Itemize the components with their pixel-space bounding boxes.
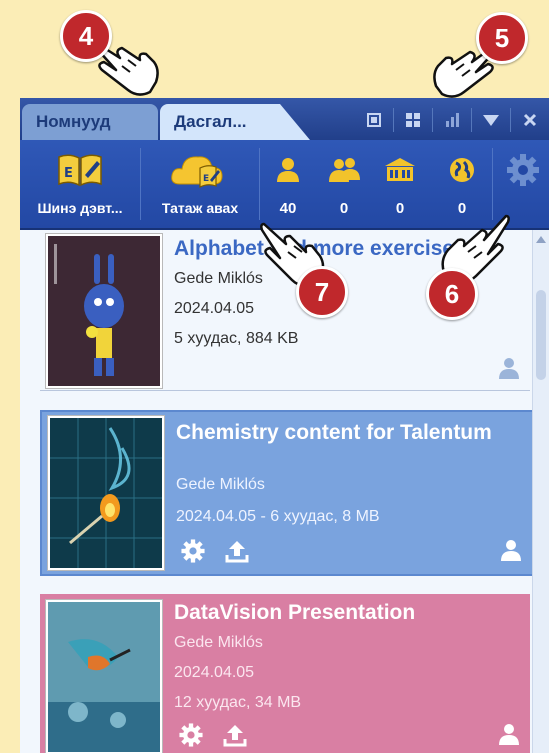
tab-home[interactable]: Номнууд: [22, 104, 158, 140]
toolbar-divider: [259, 148, 260, 220]
counter-group-value: 0: [339, 200, 349, 217]
item-upload-icon[interactable]: [222, 722, 248, 753]
app-window: Номнууд Дасгал... E Шинэ дэвт... E Татаж…: [20, 98, 549, 753]
counter-group[interactable]: 0: [318, 140, 370, 228]
item-author: Gede Miklós: [174, 270, 263, 287]
private-user-icon: [498, 356, 520, 385]
callout-badge: 5: [476, 12, 528, 64]
dropdown-menu-icon[interactable]: [471, 108, 510, 132]
item-info: 5 хуудас, 884 KB: [174, 330, 299, 347]
download-label: Татаж авах: [161, 200, 239, 216]
private-user-icon: [500, 538, 522, 567]
globe-icon: [448, 148, 476, 192]
item-actions: [180, 538, 250, 569]
svg-text:E: E: [64, 166, 73, 181]
cover-thumbnail: [46, 600, 162, 753]
grid-view-icon[interactable]: [393, 108, 432, 132]
cloud-download-icon: E: [170, 148, 230, 192]
list-item[interactable]: DataVision Presentation Gede Miklós 2024…: [40, 594, 530, 753]
cover-thumbnail: [48, 416, 164, 570]
item-settings-icon[interactable]: [180, 538, 206, 569]
counter-school[interactable]: 0: [372, 140, 428, 228]
new-workbook-button[interactable]: E Шинэ дэвт...: [20, 140, 140, 228]
scrollbar[interactable]: [532, 230, 549, 753]
single-user-icon: [275, 148, 301, 192]
item-actions: [178, 722, 248, 753]
single-view-icon[interactable]: [355, 108, 393, 132]
new-workbook-icon: E: [57, 148, 103, 192]
close-icon[interactable]: [510, 108, 549, 132]
item-author: Gede Miklós: [176, 476, 265, 493]
window-controls: [355, 108, 549, 132]
tab-home-label: Номнууд: [36, 112, 111, 131]
private-user-icon: [498, 722, 520, 751]
scroll-up-icon[interactable]: [536, 236, 546, 243]
item-date: 2024.04.05: [174, 664, 255, 681]
tab-exercises-label: Дасгал...: [174, 112, 247, 131]
tab-exercises[interactable]: Дасгал...: [160, 104, 310, 140]
callout-badge: 7: [296, 266, 348, 318]
new-workbook-label: Шинэ дэвт...: [37, 200, 123, 216]
svg-text:E: E: [203, 174, 209, 184]
counter-private-value: 40: [279, 200, 297, 217]
download-button[interactable]: E Татаж авах: [141, 140, 259, 228]
item-title[interactable]: DataVision Presentation: [174, 602, 415, 624]
list-item-selected[interactable]: Chemistry content for Talentum Gede Mikl…: [40, 410, 534, 576]
title-bar: Номнууд Дасгал...: [20, 98, 549, 140]
item-settings-icon[interactable]: [178, 722, 204, 753]
item-info: 12 хуудас, 34 MB: [174, 694, 302, 711]
callout-badge: 6: [426, 268, 478, 320]
item-author: Gede Miklós: [174, 634, 263, 651]
item-title[interactable]: Chemistry content for Talentum: [176, 422, 506, 444]
item-date: 2024.04.05: [174, 300, 255, 317]
counter-school-value: 0: [395, 200, 405, 217]
group-users-icon: [327, 148, 361, 192]
scrollbar-thumb[interactable]: [536, 290, 546, 380]
item-upload-icon[interactable]: [224, 538, 250, 569]
item-info: 2024.04.05 - 6 хуудас, 8 MB: [176, 508, 380, 525]
statistics-icon[interactable]: [432, 108, 471, 132]
school-icon: [384, 148, 416, 192]
cover-thumbnail: [46, 234, 162, 388]
counter-private[interactable]: 40: [262, 140, 314, 228]
gear-icon: [505, 148, 541, 192]
callout-badge: 4: [60, 10, 112, 62]
